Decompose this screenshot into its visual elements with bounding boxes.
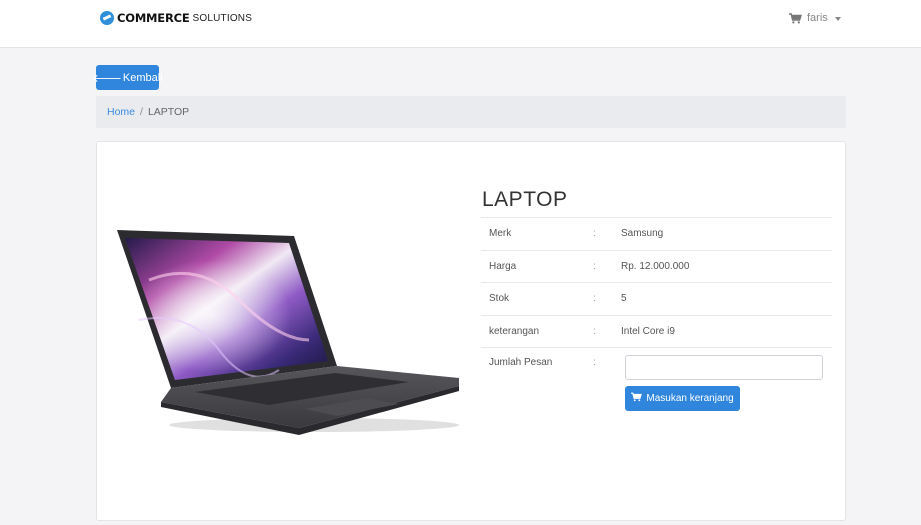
spec-value: Samsung (621, 228, 664, 240)
breadcrumb-separator: / (140, 106, 143, 118)
product-image (117, 230, 459, 435)
spec-row-stok: Stok : 5 (481, 282, 832, 315)
arrow-left-icon: 🡐 (92, 72, 122, 85)
spec-label: Merk (489, 228, 512, 240)
spec-label: keterangan (489, 325, 540, 337)
add-to-cart-label: Masukan keranjang (646, 393, 734, 404)
brand-name: COMMERCE (117, 11, 190, 25)
quantity-label: Jumlah Pesan (489, 357, 553, 368)
breadcrumb-home-link[interactable]: Home (107, 106, 135, 118)
caret-down-icon[interactable] (834, 16, 841, 21)
shopping-cart-icon[interactable] (789, 12, 802, 24)
product-specs-table: Merk : Samsung Harga : Rp. 12.000.000 St… (481, 217, 832, 437)
username-label[interactable]: faris (807, 12, 828, 24)
breadcrumb: Home / LAPTOP (96, 96, 846, 128)
product-card: LAPTOP Merk : Samsung Harga : Rp. 12.000… (96, 141, 846, 521)
spec-colon: : (593, 357, 596, 368)
spec-colon: : (593, 293, 596, 305)
order-form-row: Jumlah Pesan : Masukan keranjang (481, 347, 832, 437)
add-to-cart-button[interactable]: Masukan keranjang (625, 386, 740, 411)
back-button[interactable]: 🡐 Kembali (92, 65, 163, 90)
spec-colon: : (593, 325, 596, 337)
spec-value: Rp. 12.000.000 (621, 260, 690, 272)
brand-logo-icon (100, 11, 114, 25)
shopping-cart-icon (631, 392, 643, 405)
brand-logo[interactable]: COMMERCE SOLUTIONS (100, 11, 252, 25)
spec-row-merk: Merk : Samsung (481, 217, 832, 250)
top-navbar: COMMERCE SOLUTIONS faris (0, 0, 921, 48)
quantity-input[interactable] (625, 355, 823, 380)
spec-label: Harga (489, 260, 517, 272)
brand-subtitle: SOLUTIONS (192, 12, 253, 24)
breadcrumb-current: LAPTOP (147, 106, 190, 118)
spec-value: 5 (621, 293, 627, 305)
spec-row-keterangan: keterangan : Intel Core i9 (481, 314, 832, 348)
back-button-label: Kembali (122, 71, 163, 84)
spec-value: Intel Core i9 (621, 325, 675, 337)
spec-colon: : (593, 260, 596, 272)
spec-colon: : (593, 228, 596, 240)
spec-row-harga: Harga : Rp. 12.000.000 (481, 249, 832, 283)
product-title: LAPTOP (482, 188, 568, 211)
spec-label: Stok (489, 293, 510, 305)
user-menu-dropdown[interactable]: faris (789, 12, 841, 24)
